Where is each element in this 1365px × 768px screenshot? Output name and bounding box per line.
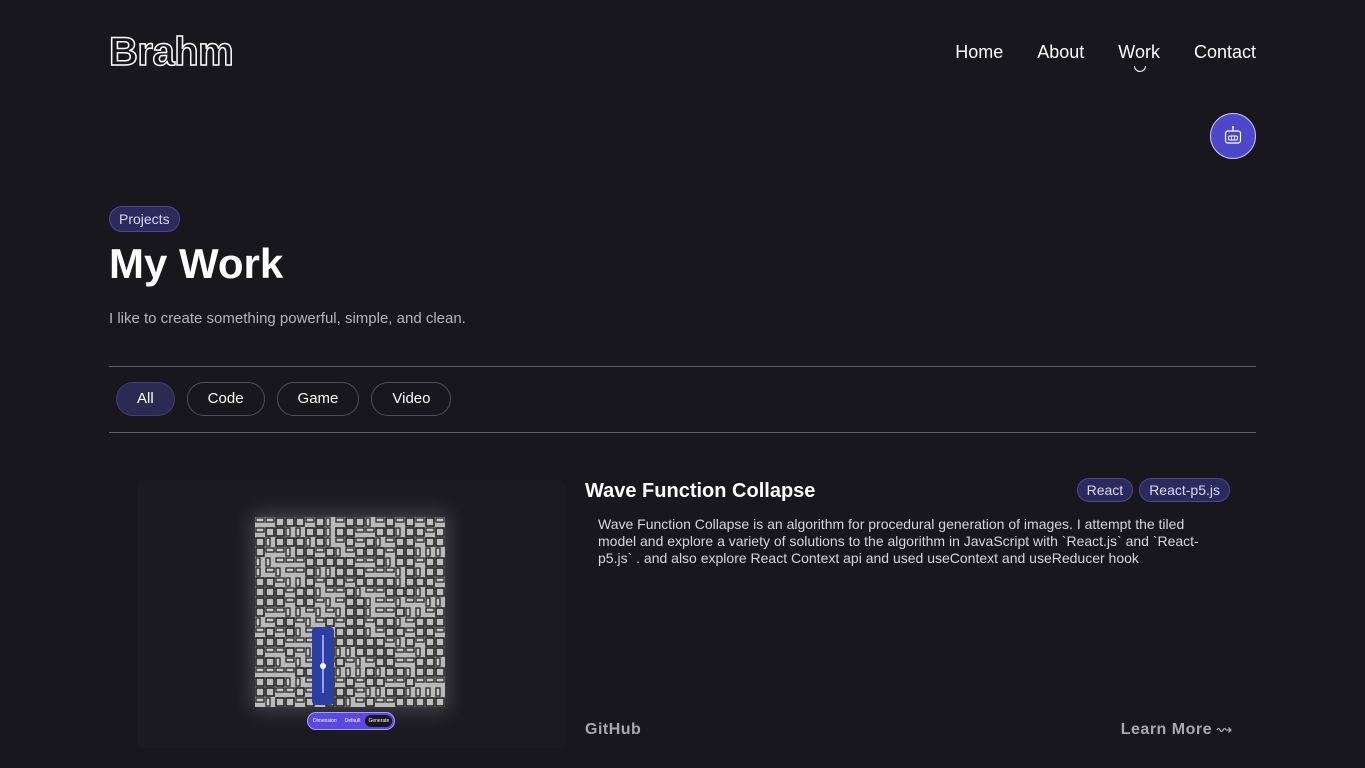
preview-controls: Dimension Default Generate — [307, 712, 396, 730]
project-description: Wave Function Collapse is an algorithm f… — [598, 516, 1199, 566]
filter-all[interactable]: All — [116, 382, 175, 416]
tag-react: React — [1076, 478, 1134, 502]
filter-bar: All Code Game Video — [116, 382, 452, 416]
section-badge: Projects — [109, 206, 180, 232]
project-preview[interactable]: Dimension Default Generate — [137, 480, 565, 748]
page-title: My Work — [109, 240, 284, 287]
nav-home[interactable]: Home — [955, 40, 1003, 64]
nav-contact[interactable]: Contact — [1194, 40, 1256, 64]
nav-work[interactable]: Work — [1118, 40, 1160, 72]
project-tags: React React-p5.js — [1076, 478, 1230, 502]
learn-more-label: Learn More — [1120, 721, 1212, 738]
preview-dimension-button: Dimension — [313, 718, 337, 724]
wfc-preview-image — [255, 517, 445, 707]
squiggle-arrow-icon — [1216, 727, 1232, 733]
filter-game[interactable]: Game — [276, 382, 360, 416]
project-title: Wave Function Collapse — [585, 480, 816, 502]
robot-icon — [1224, 126, 1242, 144]
nav-about[interactable]: About — [1037, 40, 1084, 64]
page-subtitle: I like to create something powerful, sim… — [109, 310, 466, 327]
preview-slider — [312, 627, 334, 705]
filter-video[interactable]: Video — [371, 382, 452, 416]
preview-default-button: Default — [344, 718, 361, 724]
site-logo[interactable]: Brahm — [108, 28, 234, 76]
divider-top — [109, 366, 1256, 367]
assistant-button[interactable] — [1210, 113, 1256, 159]
github-link[interactable]: GitHub — [585, 721, 641, 739]
learn-more-link[interactable]: Learn More — [1121, 721, 1232, 739]
tag-react-p5: React-p5.js — [1139, 478, 1230, 502]
divider-bottom — [109, 432, 1256, 433]
preview-generate-button: Generate — [365, 715, 393, 727]
main-nav: Home About Work Contact — [955, 40, 1256, 72]
filter-code[interactable]: Code — [186, 382, 265, 416]
